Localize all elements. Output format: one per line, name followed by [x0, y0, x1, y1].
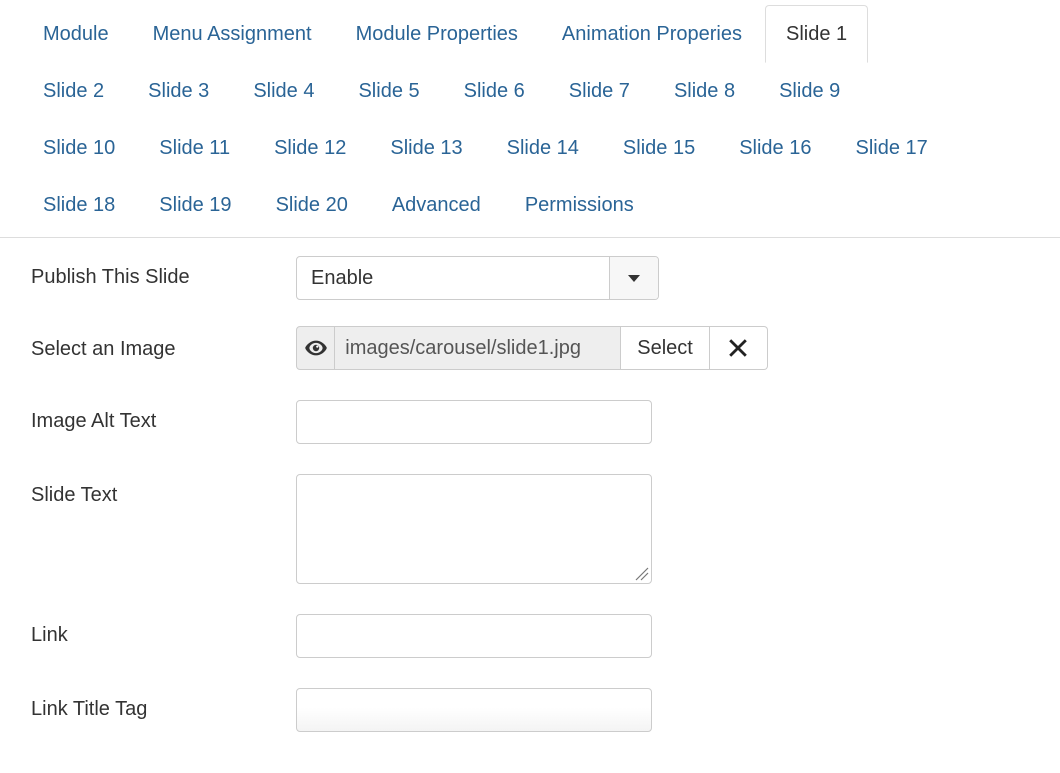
link-title-tag-input[interactable]: [296, 688, 652, 732]
publish-this-slide-value: Enable: [311, 266, 374, 289]
tab-slide-16[interactable]: Slide 16: [718, 123, 832, 173]
field-row-link: Link: [0, 614, 1060, 658]
tab-slide-19[interactable]: Slide 19: [138, 180, 252, 230]
tab-row-1: Module Menu Assignment Module Properties…: [0, 0, 1060, 66]
field-row-slide-text: Slide Text: [0, 474, 1060, 584]
tab-slide-6[interactable]: Slide 6: [443, 66, 546, 116]
select-image-button[interactable]: Select: [621, 326, 710, 370]
field-row-publish-this-slide: Publish This Slide Enable: [0, 256, 1060, 300]
tab-slide-13[interactable]: Slide 13: [369, 123, 483, 173]
link-input[interactable]: [296, 614, 652, 658]
tab-module-properties[interactable]: Module Properties: [335, 9, 539, 59]
label-publish-this-slide: Publish This Slide: [31, 266, 190, 288]
eye-icon[interactable]: [296, 326, 336, 370]
tab-slide-18[interactable]: Slide 18: [22, 180, 136, 230]
image-picker-group: Select: [296, 326, 768, 370]
tab-slide-17[interactable]: Slide 17: [834, 123, 948, 173]
tab-animation-properies[interactable]: Animation Properies: [541, 9, 763, 59]
chevron-down-icon[interactable]: [609, 257, 658, 299]
tab-slide-1[interactable]: Slide 1: [765, 5, 869, 64]
close-x-icon[interactable]: [709, 326, 768, 370]
tab-advanced[interactable]: Advanced: [371, 180, 502, 230]
tab-slide-3[interactable]: Slide 3: [127, 66, 230, 116]
field-row-select-an-image: Select an Image Select: [0, 326, 1060, 370]
slide-settings-form: Publish This Slide Enable Select an Imag…: [0, 238, 1060, 732]
label-slide-text: Slide Text: [31, 484, 118, 506]
tab-slide-14[interactable]: Slide 14: [486, 123, 600, 173]
slide-text-wrapper: [296, 474, 652, 584]
tab-slide-2[interactable]: Slide 2: [22, 66, 125, 116]
tab-permissions[interactable]: Permissions: [504, 180, 655, 230]
label-link: Link: [31, 624, 68, 646]
field-row-link-title-tag: Link Title Tag: [0, 688, 1060, 732]
tab-menu-assignment[interactable]: Menu Assignment: [132, 9, 333, 59]
tab-slide-11[interactable]: Slide 11: [138, 123, 251, 173]
tab-module[interactable]: Module: [22, 9, 130, 59]
publish-this-slide-select[interactable]: Enable: [296, 256, 659, 300]
label-image-alt-text: Image Alt Text: [31, 410, 157, 432]
tab-slide-5[interactable]: Slide 5: [337, 66, 440, 116]
tab-row-3: Slide 10 Slide 11 Slide 12 Slide 13 Slid…: [0, 123, 1060, 180]
field-row-image-alt-text: Image Alt Text: [0, 400, 1060, 444]
tab-slide-12[interactable]: Slide 12: [253, 123, 367, 173]
slide-text-textarea[interactable]: [296, 474, 652, 584]
image-path-input[interactable]: [335, 326, 622, 370]
tab-row-4: Slide 18 Slide 19 Slide 20 Advanced Perm…: [0, 180, 1060, 237]
tab-row-2: Slide 2 Slide 3 Slide 4 Slide 5 Slide 6 …: [0, 66, 1060, 123]
tab-slide-8[interactable]: Slide 8: [653, 66, 756, 116]
caret-shape: [628, 274, 640, 282]
module-tab-bar: Module Menu Assignment Module Properties…: [0, 0, 1060, 238]
tab-slide-7[interactable]: Slide 7: [548, 66, 651, 116]
label-link-title-tag: Link Title Tag: [31, 698, 148, 720]
label-select-an-image: Select an Image: [31, 338, 176, 360]
tab-slide-4[interactable]: Slide 4: [232, 66, 335, 116]
resize-handle-icon[interactable]: [635, 567, 649, 581]
image-alt-text-input[interactable]: [296, 400, 652, 444]
tab-slide-20[interactable]: Slide 20: [255, 180, 369, 230]
tab-slide-9[interactable]: Slide 9: [758, 66, 861, 116]
tab-slide-10[interactable]: Slide 10: [22, 123, 136, 173]
tab-slide-15[interactable]: Slide 15: [602, 123, 716, 173]
